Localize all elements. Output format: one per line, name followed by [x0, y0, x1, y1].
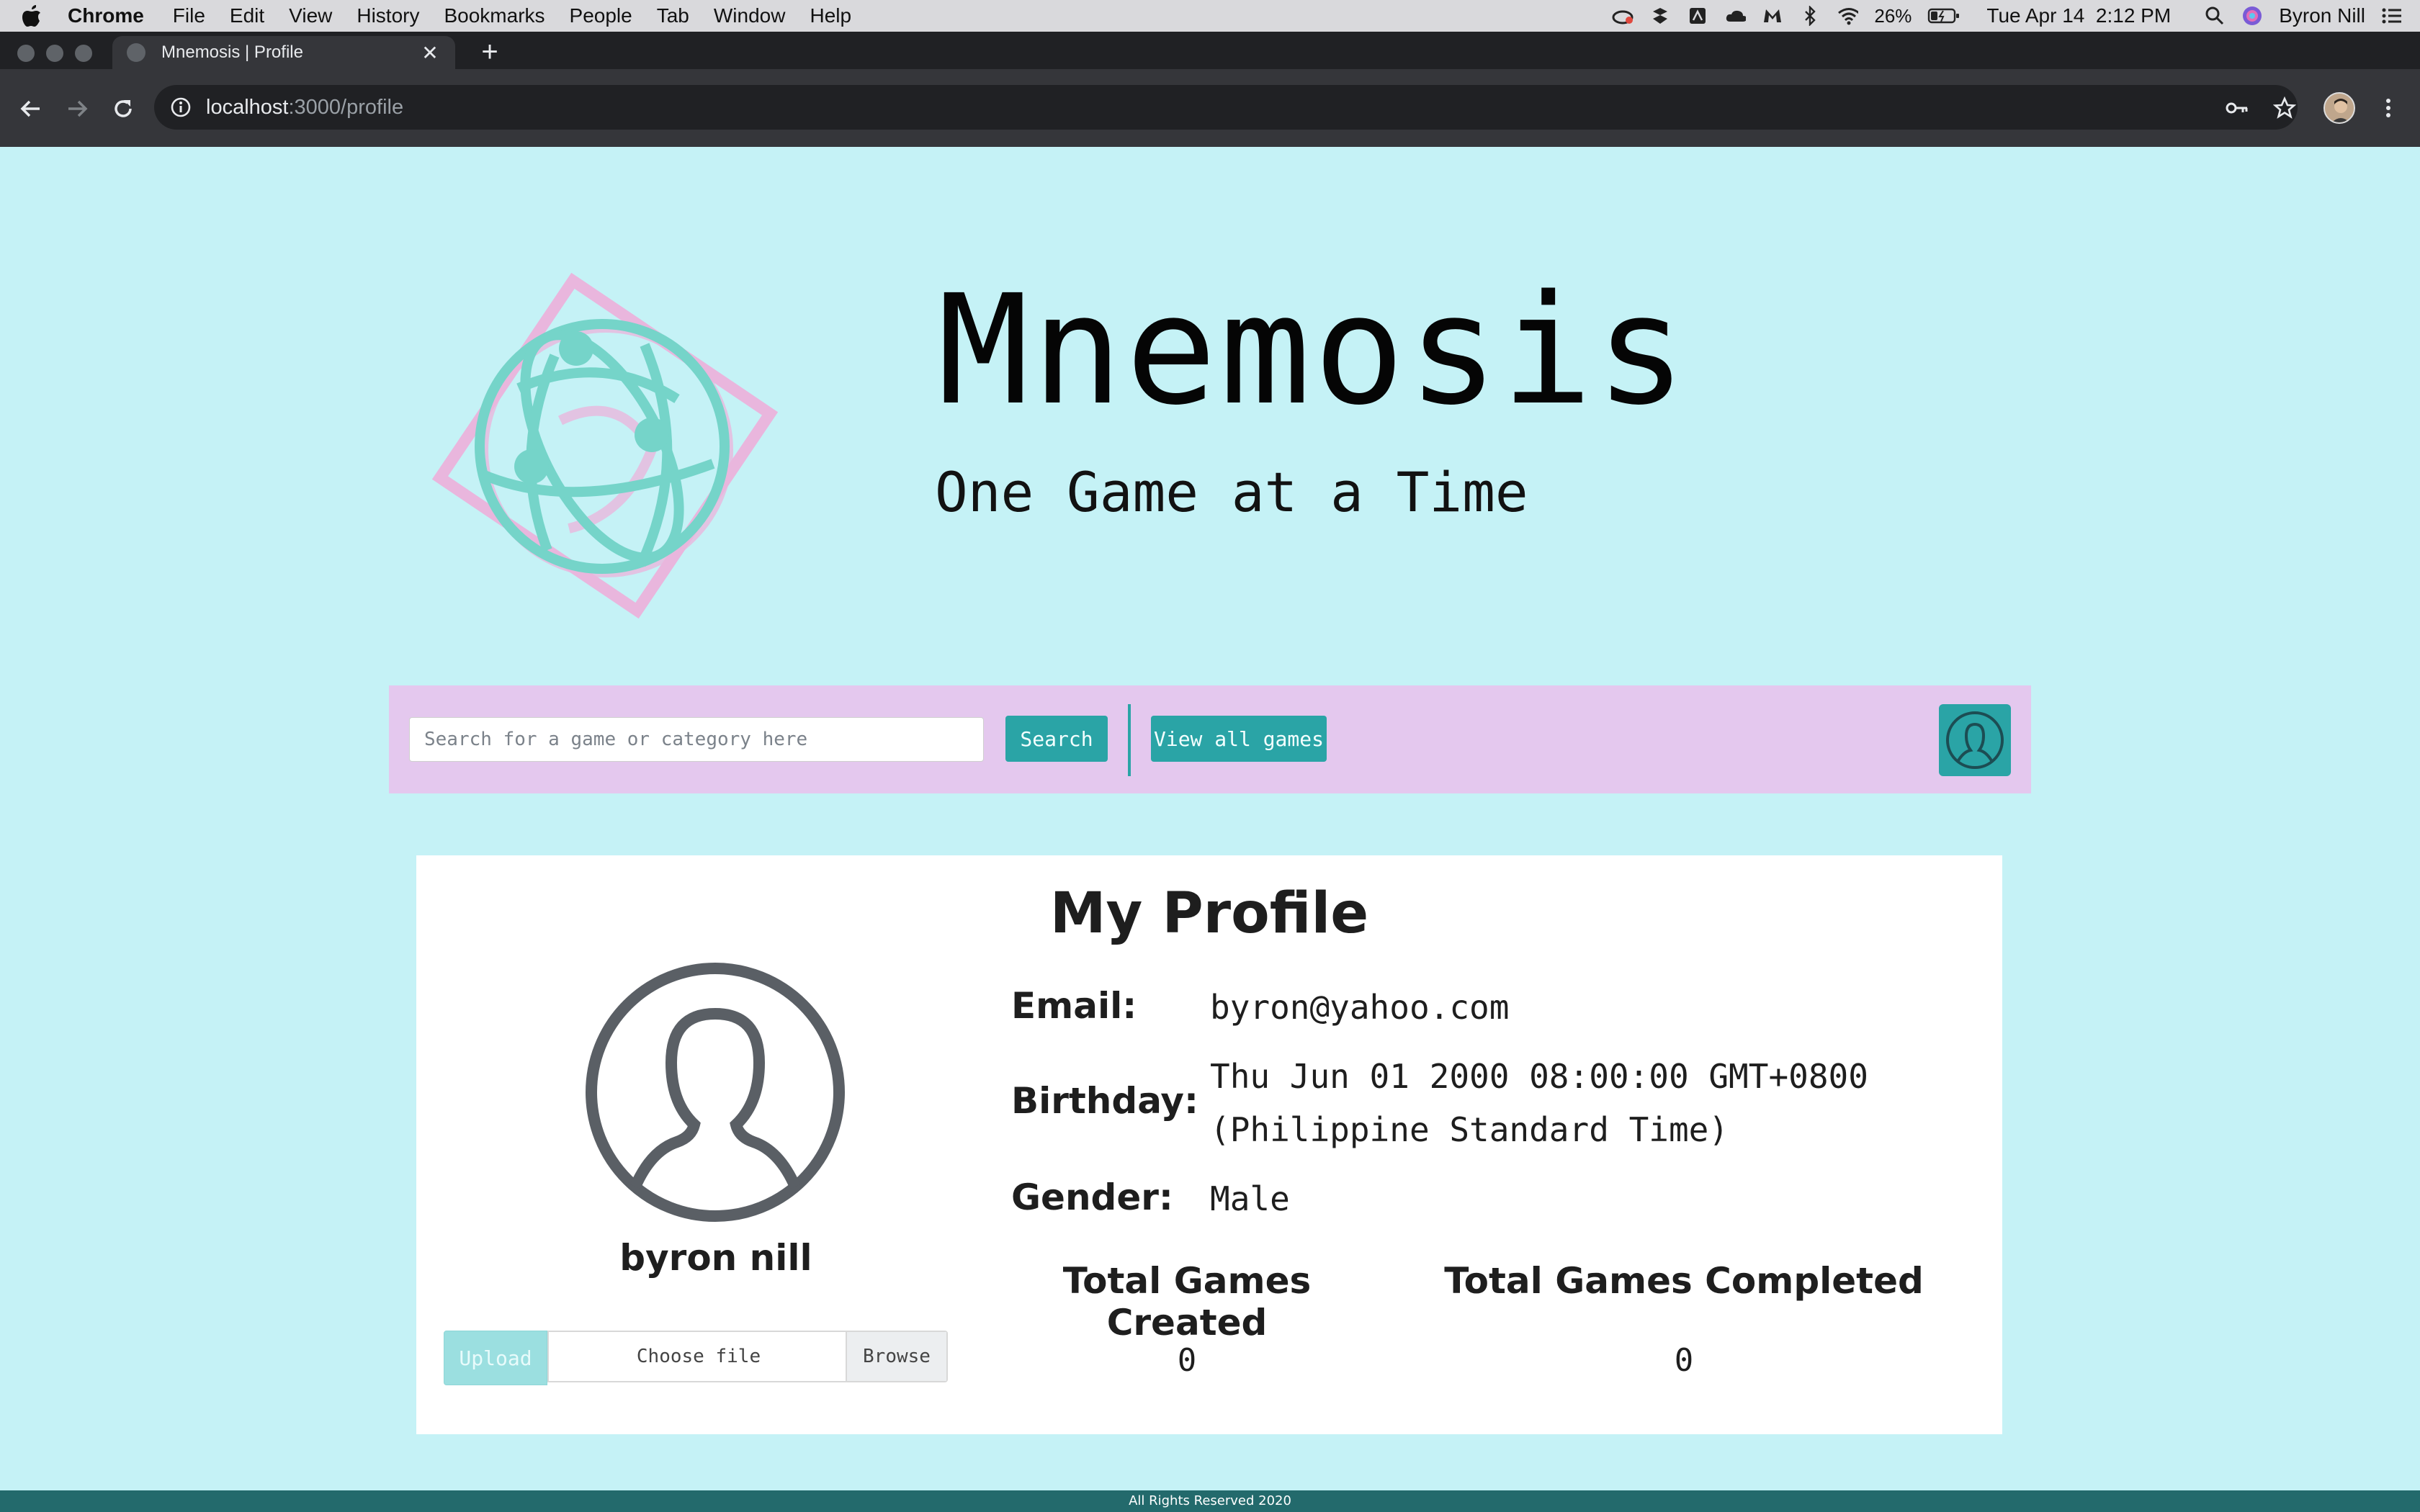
- menu-user-name[interactable]: Byron Nill: [2279, 4, 2365, 27]
- search-button[interactable]: Search: [1005, 716, 1108, 762]
- site-info-icon[interactable]: [170, 96, 192, 118]
- web-page: Mnemosis One Game at a Time Search View …: [0, 147, 2420, 1512]
- siri-icon[interactable]: [2241, 5, 2263, 27]
- address-bar[interactable]: localhost:3000/profile: [154, 85, 2298, 130]
- avatar-upload-group: Upload Choose file Browse: [444, 1331, 948, 1385]
- wifi-icon[interactable]: [1837, 5, 1859, 27]
- new-tab-icon[interactable]: +: [477, 37, 503, 66]
- user-avatar-icon: [585, 962, 846, 1223]
- clock[interactable]: Tue Apr 14 2:12 PM: [1986, 4, 2171, 27]
- macos-menu-bar: Chrome File Edit View History Bookmarks …: [0, 0, 2420, 32]
- page-footer: All Rights Reserved 2020: [0, 1490, 2420, 1512]
- stat-games-created-label: Total Games Created: [1062, 1260, 1312, 1344]
- malwarebytes-icon[interactable]: [1762, 5, 1783, 27]
- battery-icon[interactable]: [1927, 5, 1960, 27]
- tab-title: Mnemosis | Profile: [161, 42, 303, 62]
- gender-value: Male: [1210, 1179, 1290, 1218]
- view-all-games-button[interactable]: View all games: [1151, 716, 1327, 762]
- nav-divider: [1128, 704, 1131, 776]
- window-zoom-button[interactable]: [75, 45, 92, 62]
- browser-toolbar: localhost:3000/profile: [0, 69, 2420, 147]
- bluetooth-icon[interactable]: [1799, 5, 1821, 27]
- email-value: byron@yahoo.com: [1210, 988, 1510, 1027]
- menu-edit[interactable]: Edit: [230, 4, 264, 27]
- user-avatar-icon: [1946, 711, 2004, 769]
- choose-file-label[interactable]: Choose file: [549, 1332, 848, 1381]
- dropbox-icon[interactable]: [1649, 5, 1671, 27]
- menu-help[interactable]: Help: [810, 4, 851, 27]
- mnemosis-globe-logo-icon: [403, 219, 807, 636]
- site-title: Mnemosis: [938, 262, 1690, 438]
- menu-tab[interactable]: Tab: [657, 4, 689, 27]
- chrome-menu-icon[interactable]: [2371, 91, 2406, 125]
- birthday-label: Birthday:: [1011, 1080, 1198, 1122]
- file-input[interactable]: Choose file Browse: [547, 1331, 948, 1382]
- menu-people[interactable]: People: [570, 4, 632, 27]
- gender-label: Gender:: [1011, 1176, 1173, 1218]
- globe-favicon-icon: [127, 43, 145, 62]
- menu-file[interactable]: File: [173, 4, 205, 27]
- spotlight-search-icon[interactable]: [2204, 5, 2226, 27]
- bookmark-star-icon[interactable]: [2267, 91, 2302, 125]
- window-close-button[interactable]: [17, 45, 35, 62]
- apple-icon[interactable]: [17, 1, 46, 30]
- browse-button[interactable]: Browse: [846, 1332, 946, 1381]
- back-arrow-icon[interactable]: [13, 91, 49, 127]
- site-tagline: One Game at a Time: [935, 460, 1528, 524]
- profile-heading: My Profile: [1049, 881, 1369, 946]
- url-host: localhost: [206, 95, 289, 119]
- cloud-icon[interactable]: [1724, 5, 1747, 27]
- battery-percent: 26%: [1874, 4, 1912, 27]
- stat-games-created-value: 0: [1177, 1342, 1197, 1379]
- profile-card: My Profile byron nill Upload Choose file…: [416, 855, 2002, 1434]
- upload-button[interactable]: Upload: [444, 1331, 547, 1385]
- profile-button[interactable]: [1939, 704, 2011, 776]
- profile-username: byron nill: [619, 1237, 812, 1279]
- menu-app-name[interactable]: Chrome: [68, 4, 144, 27]
- creative-cloud-icon[interactable]: [1612, 5, 1634, 27]
- url-path: :3000/profile: [288, 95, 404, 119]
- menu-bookmarks[interactable]: Bookmarks: [444, 4, 544, 27]
- key-icon[interactable]: [2220, 91, 2254, 125]
- notification-center-icon[interactable]: [2381, 5, 2403, 27]
- browser-tab-active[interactable]: Mnemosis | Profile ✕: [112, 36, 455, 69]
- reload-icon[interactable]: [105, 91, 141, 127]
- acrobat-icon[interactable]: [1687, 5, 1708, 27]
- search-input[interactable]: [409, 717, 984, 762]
- menu-history[interactable]: History: [357, 4, 419, 27]
- birthday-value-line2: (Philippine Standard Time): [1210, 1110, 1729, 1149]
- forward-arrow-icon[interactable]: [59, 91, 95, 127]
- email-label: Email:: [1011, 985, 1137, 1027]
- tab-close-icon[interactable]: ✕: [419, 42, 441, 64]
- browser-tab-strip: Mnemosis | Profile ✕ +: [0, 32, 2420, 69]
- stat-games-completed-label: Total Games Completed: [1444, 1260, 1924, 1302]
- search-nav-bar: Search View all games: [389, 685, 2031, 793]
- birthday-value-line1: Thu Jun 01 2000 08:00:00 GMT+0800: [1210, 1057, 1868, 1096]
- menu-window[interactable]: Window: [714, 4, 786, 27]
- stat-games-completed-value: 0: [1674, 1342, 1694, 1379]
- menu-view[interactable]: View: [289, 4, 332, 27]
- chrome-profile-avatar[interactable]: [2323, 92, 2355, 124]
- window-minimize-button[interactable]: [46, 45, 63, 62]
